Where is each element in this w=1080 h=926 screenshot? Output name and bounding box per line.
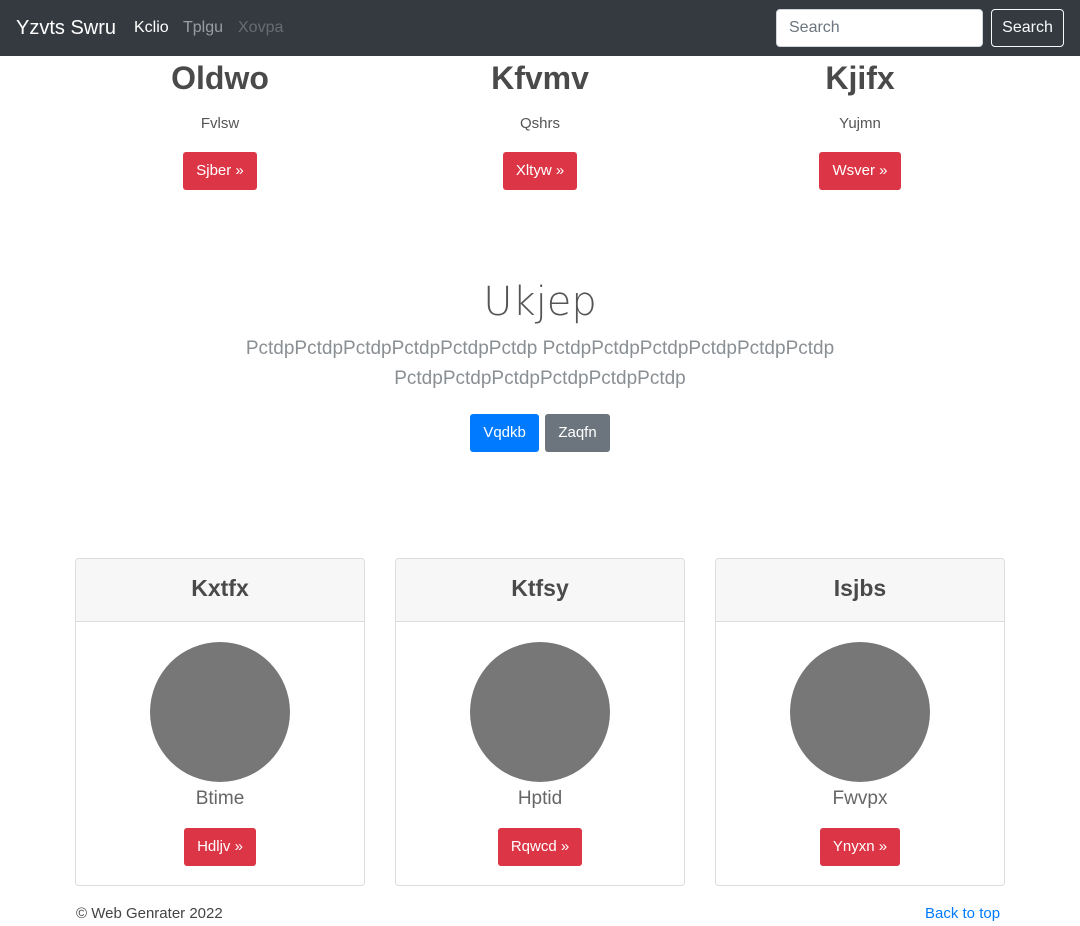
jumbotron: Ukjep PctdpPctdpPctdpPctdpPctdpPctdp Pct… xyxy=(0,276,1080,452)
primary-button[interactable]: Vqdkb xyxy=(470,414,539,452)
card-button[interactable]: Hdljv » xyxy=(184,828,256,866)
nav-link-tplgu[interactable]: Tplgu xyxy=(183,18,223,38)
feature-title: Oldwo xyxy=(171,60,269,96)
card-header: Kxtfx xyxy=(76,559,364,622)
back-to-top-link[interactable]: Back to top xyxy=(925,904,1000,924)
card-1: Kxtfx Btime Hdljv » xyxy=(75,558,365,886)
jumbotron-title: Ukjep xyxy=(483,279,597,325)
card-name: Fwvpx xyxy=(832,788,888,809)
card-header: Ktfsy xyxy=(396,559,684,622)
card-2: Ktfsy Hptid Rqwcd » xyxy=(395,558,685,886)
avatar xyxy=(150,642,290,782)
card-header: Isjbs xyxy=(716,559,1004,622)
search-input[interactable] xyxy=(776,9,983,47)
secondary-button[interactable]: Zaqfn xyxy=(545,414,610,452)
feature-text: Qshrs xyxy=(519,115,560,132)
footer-copyright: © Web Genrater 2022 xyxy=(76,905,223,922)
card-name: Hptid xyxy=(517,788,563,809)
feature-button[interactable]: Sjber » xyxy=(183,152,257,190)
nav-link-kclio[interactable]: Kclio xyxy=(134,18,169,38)
feature-text: Yujmn xyxy=(839,115,881,132)
card-3: Isjbs Fwvpx Ynyxn » xyxy=(715,558,1005,886)
avatar xyxy=(470,642,610,782)
navbar-brand[interactable]: Yzvts Swru xyxy=(16,16,116,40)
navbar: Yzvts Swru Kclio Tplgu Xovpa Search xyxy=(0,0,1080,56)
feature-column-1: Oldwo Fvlsw Sjber » xyxy=(70,58,370,190)
card-button[interactable]: Ynyxn » xyxy=(819,828,901,866)
card-button[interactable]: Rqwcd » xyxy=(497,828,583,866)
feature-column-3: Kjifx Yujmn Wsver » xyxy=(710,58,1010,190)
feature-title: Kfvmv xyxy=(491,60,589,96)
search-button[interactable]: Search xyxy=(991,9,1064,47)
card-name: Btime xyxy=(195,788,245,809)
feature-text: Fvlsw xyxy=(200,115,240,132)
avatar xyxy=(790,642,930,782)
feature-title: Kjifx xyxy=(825,60,895,96)
feature-button[interactable]: Wsver » xyxy=(819,152,901,190)
feature-column-2: Kfvmv Qshrs Xltyw » xyxy=(390,58,690,190)
feature-button[interactable]: Xltyw » xyxy=(502,152,578,190)
nav-link-xovpa: Xovpa xyxy=(238,19,284,36)
jumbotron-buttons: Vqdkb Zaqfn xyxy=(0,414,1080,452)
jumbotron-lead: PctdpPctdpPctdpPctdpPctdpPctdp PctdpPctd… xyxy=(245,338,835,389)
